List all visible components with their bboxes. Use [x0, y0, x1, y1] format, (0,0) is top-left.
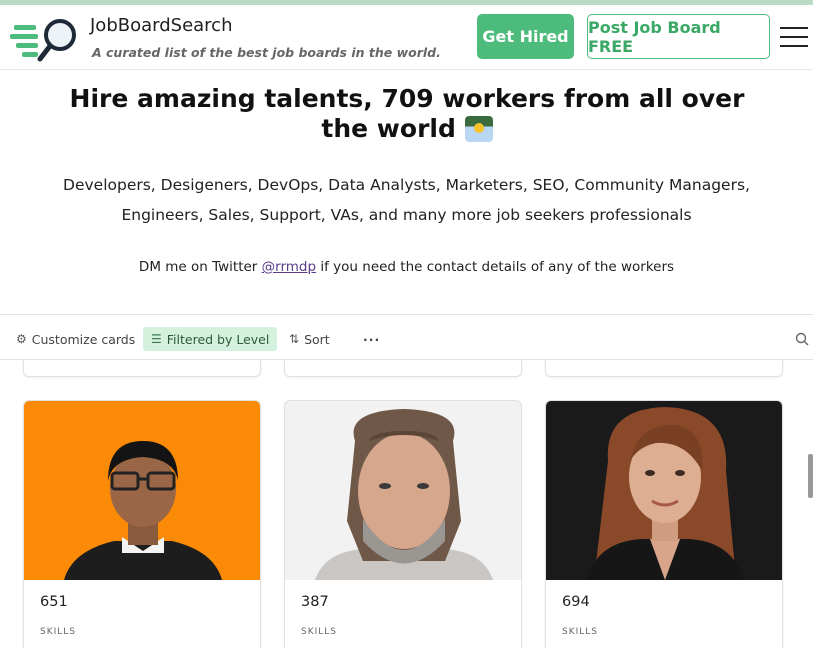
worker-photo [285, 401, 521, 580]
worker-card[interactable]: 387 SKILLS [284, 400, 522, 648]
skills-label: SKILLS [301, 627, 338, 637]
brand-tagline: A curated list of the best job boards in… [92, 45, 441, 60]
previous-card-1[interactable] [23, 360, 261, 377]
logo-magnifier-icon[interactable] [10, 17, 86, 63]
skills-label: SKILLS [40, 627, 77, 637]
previous-card-2[interactable] [284, 360, 522, 377]
sort-button[interactable]: ⇅ Sort [289, 327, 330, 351]
worker-number: 651 [40, 594, 68, 610]
post-job-board-button[interactable]: Post Job Board FREE [587, 14, 770, 59]
hero-subtitle: Developers, Desigeners, DevOps, Data Ana… [63, 176, 750, 224]
worker-number: 387 [301, 594, 329, 610]
hero-title: Hire amazing talents, 709 workers from a… [60, 84, 754, 144]
view-toolbar: ⚙ Customize cards ☰ Filtered by Level ⇅ … [0, 314, 813, 360]
skills-label: SKILLS [562, 627, 599, 637]
worker-cards-grid: 651 SKILLS 387 SKILLS 694 SKILLS [0, 360, 813, 648]
filter-lines-icon: ☰ [151, 332, 162, 346]
dm-contact-line: DM me on Twitter @rrmdp if you need the … [40, 259, 773, 275]
brand-name[interactable]: JobBoardSearch [90, 15, 233, 36]
twitter-handle-link[interactable]: @rrmdp [262, 259, 316, 275]
site-header: JobBoardSearch A curated list of the bes… [0, 5, 813, 70]
worker-number: 694 [562, 594, 590, 610]
world-landscape-emoji-icon [464, 116, 493, 142]
sort-arrows-icon: ⇅ [289, 332, 300, 346]
get-hired-button[interactable]: Get Hired [477, 14, 574, 59]
worker-photo [24, 401, 260, 580]
customize-cards-button[interactable]: ⚙ Customize cards [16, 327, 135, 351]
gear-icon: ⚙ [16, 332, 27, 346]
worker-photo [546, 401, 782, 580]
dm-suffix: if you need the contact details of any o… [320, 259, 675, 275]
more-options-button[interactable]: ··· [363, 327, 380, 351]
worker-card[interactable]: 651 SKILLS [23, 400, 261, 648]
worker-card[interactable]: 694 SKILLS [545, 400, 783, 648]
hero-title-text: Hire amazing talents, 709 workers from a… [69, 84, 745, 143]
hamburger-menu-icon[interactable] [780, 27, 808, 47]
search-icon[interactable] [795, 327, 809, 351]
filter-level-label: Filtered by Level [166, 331, 270, 347]
filter-level-button[interactable]: ☰ Filtered by Level [143, 327, 278, 351]
dm-prefix: DM me on Twitter [138, 259, 258, 275]
sort-label: Sort [304, 331, 330, 347]
page-scrollbar-thumb[interactable] [808, 454, 813, 498]
customize-cards-label: Customize cards [31, 331, 136, 347]
previous-card-3[interactable] [545, 360, 783, 377]
